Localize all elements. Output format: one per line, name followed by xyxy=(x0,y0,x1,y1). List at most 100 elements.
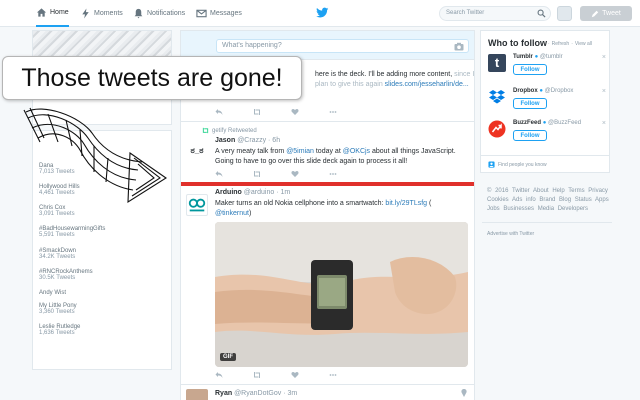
suggestion-name: Dropbox ● @Dropbox xyxy=(513,88,573,94)
heart-icon[interactable] xyxy=(291,371,299,379)
view-all-link[interactable]: View all xyxy=(575,41,592,47)
tweet-divider xyxy=(181,384,474,385)
trend-count: 3,360 Tweets xyxy=(39,309,75,315)
buzzfeed-logo-icon[interactable] xyxy=(488,120,506,138)
follow-label: Follow xyxy=(520,66,540,73)
compose-placeholder: What's happening? xyxy=(222,42,282,49)
follow-label: Follow xyxy=(520,132,540,139)
tweet-actions xyxy=(215,371,337,379)
twitter-bird-icon[interactable] xyxy=(316,7,329,19)
location-pin-icon xyxy=(461,389,467,397)
mention-link[interactable]: @OKCjs xyxy=(343,148,370,155)
tweet-link[interactable]: slides.com/jesseharlin/de... xyxy=(385,81,469,88)
tweet-button[interactable]: Tweet xyxy=(580,6,632,21)
author-handle[interactable]: @RyanDotGov xyxy=(234,390,281,397)
tweet-link[interactable]: bit.ly/29TLsfg xyxy=(385,200,427,207)
camera-icon[interactable] xyxy=(454,42,464,51)
mention-link[interactable]: @5imian xyxy=(286,148,314,155)
retweet-icon[interactable] xyxy=(253,371,261,379)
tumblr-logo-icon[interactable]: t xyxy=(488,54,506,72)
trend-count: 34.2K Tweets xyxy=(39,254,76,260)
account-handle[interactable]: @tumblr xyxy=(540,54,563,60)
nav-home[interactable]: Home xyxy=(36,0,69,27)
dismiss-icon[interactable]: × xyxy=(602,88,606,95)
dropbox-logo-icon[interactable] xyxy=(488,88,506,106)
tweet-header: Ryan @RyanDotGov · 3m xyxy=(215,390,297,397)
tweet-text-part: today at xyxy=(313,148,343,155)
bell-icon xyxy=(134,8,143,19)
avatar[interactable] xyxy=(186,389,208,400)
search-placeholder: Search Twitter xyxy=(446,10,485,16)
follow-button[interactable]: Follow xyxy=(513,98,547,109)
account-handle[interactable]: @Dropbox xyxy=(545,88,574,94)
deleted-tweets-marker xyxy=(181,182,474,186)
trend-count: 5,591 Tweets xyxy=(39,232,75,238)
tweet-text-part: Maker turns an old Nokia cellphone into … xyxy=(215,200,386,207)
follow-button[interactable]: Follow xyxy=(513,130,547,141)
nav-messages[interactable]: Messages xyxy=(196,0,242,27)
author-handle[interactable]: @Crazzy xyxy=(237,137,266,144)
account-handle[interactable]: @BuzzFeed xyxy=(548,120,581,126)
account-name[interactable]: Tumblr xyxy=(513,54,533,60)
trend-item[interactable]: Andy Wist xyxy=(39,290,167,296)
footer-links[interactable]: © 2016 Twitter About Help Terms Privacy … xyxy=(487,187,612,214)
tweet-time[interactable]: · 6h xyxy=(268,137,280,144)
more-icon[interactable] xyxy=(329,371,337,379)
heart-icon[interactable] xyxy=(291,170,299,178)
trend-item[interactable]: #RNCRockAnthems 30.5K Tweets xyxy=(39,269,167,281)
author-name[interactable]: Jason xyxy=(215,137,235,144)
more-icon[interactable] xyxy=(329,108,337,116)
find-people-link[interactable]: Find people you know xyxy=(481,155,609,173)
avatar[interactable]: ಠ_ಠ xyxy=(186,140,208,162)
suggestion-item: t Tumblr ● @tumblr Follow × xyxy=(488,54,606,82)
refresh-link[interactable]: Refresh xyxy=(552,41,570,47)
reply-icon[interactable] xyxy=(215,108,223,116)
trend-item[interactable]: My Little Pony 3,360 Tweets xyxy=(39,303,167,315)
heart-icon[interactable] xyxy=(291,108,299,116)
reply-icon[interactable] xyxy=(215,371,223,379)
tweet-text: Maker turns an old Nokia cellphone into … xyxy=(215,199,470,219)
tweet-time[interactable]: · 1m xyxy=(276,189,290,196)
reply-icon[interactable] xyxy=(215,170,223,178)
search-icon[interactable] xyxy=(537,9,546,18)
arduino-logo-icon xyxy=(188,198,206,212)
trend-name: Andy Wist xyxy=(39,290,67,296)
nav-notifications[interactable]: Notifications xyxy=(133,0,185,27)
who-to-follow-panel: Who to follow · Refresh · View all t Tumblr… xyxy=(480,30,610,173)
tweet-header: Arduino @arduino · 1m xyxy=(215,189,290,196)
follow-button[interactable]: Follow xyxy=(513,64,547,75)
nav-home-label: Home xyxy=(50,9,69,16)
tweet-time[interactable]: · 3m xyxy=(283,390,297,397)
lightning-icon xyxy=(82,8,89,19)
account-name[interactable]: BuzzFeed xyxy=(513,120,541,126)
author-name[interactable]: Ryan xyxy=(215,390,232,397)
trend-item[interactable]: #SmackDown 34.2K Tweets xyxy=(39,248,167,260)
author-handle[interactable]: @arduino xyxy=(244,189,274,196)
tweet-header: Jason @Crazzy · 6h xyxy=(215,137,280,144)
mention-link[interactable]: @tinkernut xyxy=(215,210,249,217)
retweet-icon[interactable] xyxy=(253,170,261,178)
retweeted-by[interactable]: getify Retweeted xyxy=(212,128,257,134)
more-icon[interactable] xyxy=(329,170,337,178)
trend-item[interactable]: #BadHousewarmingGifts 5,591 Tweets xyxy=(39,226,167,238)
panel-title: Who to follow xyxy=(488,38,547,48)
account-name[interactable]: Dropbox xyxy=(513,88,538,94)
gif-badge: GIF xyxy=(220,353,236,361)
author-name[interactable]: Arduino xyxy=(215,189,242,196)
dismiss-icon[interactable]: × xyxy=(602,54,606,61)
dismiss-icon[interactable]: × xyxy=(602,120,606,127)
tweet-actions xyxy=(215,108,337,116)
trend-item[interactable]: Leslie Rutledge 1,636 Tweets xyxy=(39,324,167,336)
hand-drawn-arrow xyxy=(23,107,167,204)
search-input[interactable]: Search Twitter xyxy=(439,6,551,21)
retweet-icon[interactable] xyxy=(253,108,261,116)
compose-input[interactable]: What's happening? xyxy=(216,39,469,53)
tweet-text-part: ( xyxy=(427,200,432,207)
advertise-link[interactable]: Advertise with Twitter xyxy=(487,231,534,237)
tweet-media-gif[interactable]: GIF xyxy=(215,222,468,367)
avatar[interactable] xyxy=(186,194,208,216)
user-avatar[interactable] xyxy=(557,6,572,21)
nav-moments[interactable]: Moments xyxy=(80,0,123,27)
tweet-text: A very meaty talk from @5imian today at … xyxy=(215,147,465,167)
trend-count: 3,091 Tweets xyxy=(39,211,75,217)
